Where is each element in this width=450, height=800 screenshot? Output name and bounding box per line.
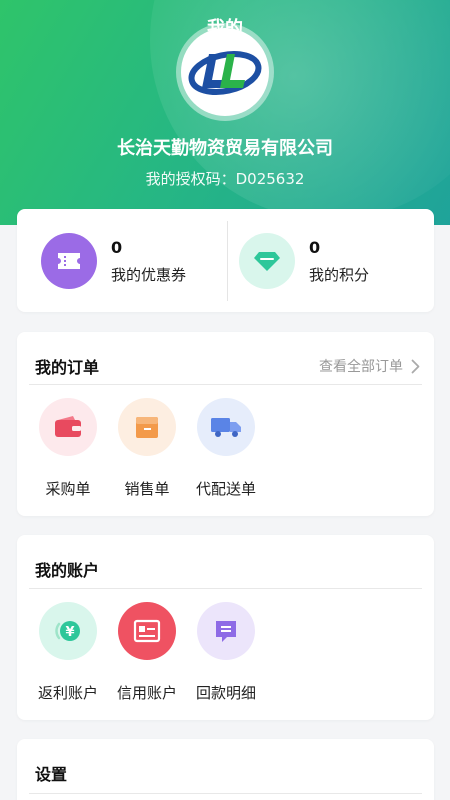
view-all-orders-link[interactable]: 查看全部订单 bbox=[319, 356, 420, 376]
view-all-orders-label: 查看全部订单 bbox=[319, 359, 403, 375]
delivery-order-label: 代配送单 bbox=[195, 480, 256, 498]
credit-account-label: 信用账户 bbox=[116, 684, 177, 702]
stats-divider bbox=[227, 221, 228, 301]
points-stat[interactable]: 0 我的积分 bbox=[239, 209, 369, 312]
stats-card: 0 我的优惠券 0 我的积分 bbox=[17, 209, 434, 312]
payment-detail-label: 回款明细 bbox=[195, 684, 256, 702]
wallet-icon bbox=[39, 398, 97, 456]
purchase-order-item[interactable]: 采购单 bbox=[28, 398, 108, 499]
coupon-stat[interactable]: 0 我的优惠券 bbox=[41, 209, 186, 312]
diamond-icon bbox=[239, 232, 295, 289]
coupon-label: 我的优惠券 bbox=[111, 265, 187, 284]
points-count: 0 bbox=[309, 237, 321, 257]
rebate-account-item[interactable]: ¥ 返利账户 bbox=[28, 602, 108, 703]
account-card: 我的账户 ¥ 返利账户 信用账户 回款明细 bbox=[17, 535, 434, 720]
points-label: 我的积分 bbox=[309, 265, 370, 284]
orders-card: 我的订单 查看全部订单 采购单 销售单 代配送单 bbox=[17, 332, 434, 516]
payment-detail-icon bbox=[197, 602, 255, 660]
orders-title: 我的订单 bbox=[35, 358, 100, 377]
auth-code: 我的授权码：D025632 bbox=[145, 170, 305, 188]
sales-order-label: 销售单 bbox=[124, 480, 170, 498]
chevron-right-icon bbox=[411, 359, 420, 373]
coupon-count: 0 bbox=[111, 237, 123, 257]
sales-order-item[interactable]: 销售单 bbox=[107, 398, 187, 499]
rebate-account-label: 返利账户 bbox=[37, 684, 98, 702]
account-title: 我的账户 bbox=[35, 561, 100, 580]
purchase-order-label: 采购单 bbox=[45, 480, 91, 498]
credit-account-item[interactable]: 信用账户 bbox=[107, 602, 187, 703]
account-divider bbox=[29, 588, 422, 589]
settings-title: 设置 bbox=[35, 765, 68, 784]
delivery-order-item[interactable]: 代配送单 bbox=[186, 398, 266, 499]
coupon-icon bbox=[41, 232, 97, 289]
settings-card[interactable]: 设置 bbox=[17, 739, 434, 800]
credit-card-icon bbox=[118, 602, 176, 660]
box-icon bbox=[118, 398, 176, 456]
settings-divider bbox=[29, 793, 422, 794]
svg-text:¥: ¥ bbox=[65, 625, 74, 640]
ll-logo-icon bbox=[188, 51, 262, 95]
company-logo-avatar[interactable] bbox=[181, 28, 269, 116]
payment-detail-item[interactable]: 回款明细 bbox=[186, 602, 266, 703]
truck-icon bbox=[197, 398, 255, 456]
orders-divider bbox=[29, 384, 422, 385]
company-name: 长治天勤物资贸易有限公司 bbox=[117, 138, 333, 159]
rebate-yen-icon: ¥ bbox=[39, 602, 97, 660]
